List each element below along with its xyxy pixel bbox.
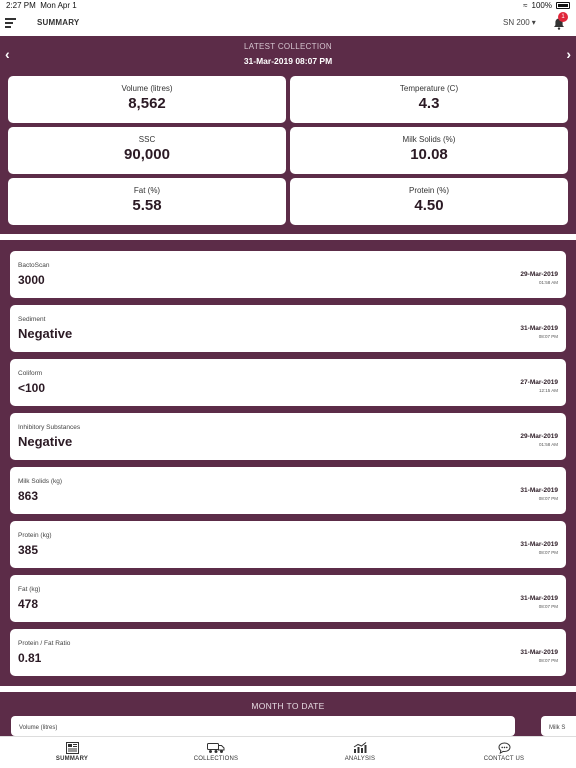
list-item-protein-kg[interactable]: Protein (kg) 385 31-Mar-2019 08:07 PM <box>10 521 566 568</box>
metric-card-temperature: Temperature (C) 4.3 <box>290 76 568 123</box>
list-item-coliform[interactable]: Coliform <100 27-Mar-2019 12:15 AM <box>10 359 566 406</box>
list-item-value: 478 <box>18 597 39 611</box>
metric-label: SSC <box>138 135 156 144</box>
list-item-value: Negative <box>18 434 73 449</box>
metric-card-volume: Volume (litres) 8,562 <box>8 76 286 123</box>
list-item-date: 31-Mar-2019 <box>520 487 558 494</box>
list-item-time: 08:07 PM <box>538 658 558 663</box>
mtd-card-label: Milk S <box>549 725 566 731</box>
metric-card-protein: Protein (%) 4.50 <box>290 178 568 225</box>
tab-label: ANALYSIS <box>344 756 376 762</box>
list-item-label: Fat (kg) <box>18 586 41 593</box>
status-right: ≈ 100% <box>523 1 570 10</box>
list-item-protein-fat-ratio[interactable]: Protein / Fat Ratio 0.81 31-Mar-2019 08:… <box>10 629 566 676</box>
mtd-card-milk-solids: Milk S <box>541 716 576 736</box>
list-item-time: 01:58 AM <box>538 280 558 285</box>
mtd-card-volume: Volume (litres) <box>11 716 515 736</box>
metric-value: 90,000 <box>124 146 170 163</box>
list-item-fat-kg[interactable]: Fat (kg) 478 31-Mar-2019 08:07 PM <box>10 575 566 622</box>
tab-contact-us[interactable]: CONTACT US <box>432 737 576 768</box>
chart-icon <box>353 742 367 753</box>
status-bar: 2:27 PM Mon Apr 1 ≈ 100% <box>0 0 576 12</box>
latest-collection-datetime: 31-Mar-2019 08:07 PM <box>243 56 333 66</box>
list-item-label: BactoScan <box>18 262 50 269</box>
list-item-label: Protein / Fat Ratio <box>18 640 71 647</box>
battery-percent: 100% <box>531 1 552 10</box>
list-item-date: 29-Mar-2019 <box>520 433 558 440</box>
list-item-value: 385 <box>18 543 39 557</box>
latest-collection-panel: ‹ › LATEST COLLECTION 31-Mar-2019 08:07 … <box>0 36 576 234</box>
list-item-value: <100 <box>18 381 46 395</box>
list-item-milk-solids-kg[interactable]: Milk Solids (kg) 863 31-Mar-2019 08:07 P… <box>10 467 566 514</box>
list-item-label: Sediment <box>18 316 46 323</box>
chat-icon <box>497 742 511 754</box>
list-item-value: 3000 <box>18 273 45 287</box>
month-to-date-label: MONTH TO DATE <box>251 701 325 711</box>
caret-down-icon: ▾ <box>531 18 536 27</box>
metric-label: Temperature (C) <box>399 84 459 93</box>
status-time: 2:27 PM Mon Apr 1 <box>6 1 77 10</box>
metric-label: Fat (%) <box>133 186 161 195</box>
list-item-date: 31-Mar-2019 <box>520 649 558 656</box>
tab-label: SUMMARY <box>55 756 89 762</box>
app-header: SUMMARY SN 200 ▾ 1 <box>0 12 576 36</box>
list-item-label: Protein (kg) <box>18 532 52 539</box>
latest-collection-label: LATEST COLLECTION <box>244 42 332 51</box>
metric-value: 5.58 <box>132 197 162 214</box>
menu-icon[interactable] <box>5 18 16 28</box>
list-item-time: 08:07 PM <box>538 496 558 501</box>
list-item-time: 08:07 PM <box>538 550 558 555</box>
bottom-tab-bar: SUMMARY COLLECTIONS ANALYSIS CONTACT US <box>0 736 576 768</box>
list-item-value: 0.81 <box>18 651 42 665</box>
site-selector-value: SN 200 <box>503 18 530 27</box>
tab-collections[interactable]: COLLECTIONS <box>144 737 288 768</box>
list-item-time: 12:15 AM <box>538 388 558 393</box>
list-item-value: 863 <box>18 489 39 503</box>
tab-label: COLLECTIONS <box>193 756 239 762</box>
tab-label: CONTACT US <box>483 756 525 762</box>
list-item-date: 31-Mar-2019 <box>520 595 558 602</box>
page-title: SUMMARY <box>37 18 80 27</box>
metric-value: 4.3 <box>418 95 440 112</box>
metric-value: 4.50 <box>414 197 444 214</box>
site-selector[interactable]: SN 200 ▾ <box>503 18 536 27</box>
list-item-label: Milk Solids (kg) <box>18 478 63 485</box>
metric-card-ssc: SSC 90,000 <box>8 127 286 174</box>
list-item-sediment[interactable]: Sediment Negative 31-Mar-2019 08:07 PM <box>10 305 566 352</box>
test-results-panel: BactoScan 3000 29-Mar-2019 01:58 AM Sedi… <box>0 240 576 686</box>
mtd-card-label: Volume (litres) <box>19 725 58 731</box>
tab-analysis[interactable]: ANALYSIS <box>288 737 432 768</box>
list-item-date: 27-Mar-2019 <box>520 379 558 386</box>
battery-icon <box>556 2 570 9</box>
metric-value: 10.08 <box>410 146 448 163</box>
list-item-time: 01:58 AM <box>538 442 558 447</box>
list-item-date: 31-Mar-2019 <box>520 541 558 548</box>
tab-summary[interactable]: SUMMARY <box>0 737 144 768</box>
metric-label: Volume (litres) <box>121 84 173 93</box>
truck-icon <box>207 743 225 753</box>
metric-card-milk-solids: Milk Solids (%) 10.08 <box>290 127 568 174</box>
metric-label: Milk Solids (%) <box>402 135 456 144</box>
list-item-date: 31-Mar-2019 <box>520 325 558 332</box>
summary-icon <box>65 742 79 754</box>
list-item-value: Negative <box>18 326 73 341</box>
metric-card-fat: Fat (%) 5.58 <box>8 178 286 225</box>
metric-label: Protein (%) <box>408 186 449 195</box>
list-item-date: 29-Mar-2019 <box>520 271 558 278</box>
month-to-date-panel: MONTH TO DATE Volume (litres) Milk S <box>0 692 576 736</box>
list-item-label: Inhibitory Substances <box>18 424 81 431</box>
list-item-time: 08:07 PM <box>538 334 558 339</box>
list-item-time: 08:07 PM <box>538 604 558 609</box>
list-item-label: Coliform <box>18 370 43 377</box>
list-item-bactoscan[interactable]: BactoScan 3000 29-Mar-2019 01:58 AM <box>10 251 566 298</box>
metric-value: 8,562 <box>128 95 166 112</box>
notification-badge: 1 <box>558 12 568 22</box>
list-item-inhibitory-substances[interactable]: Inhibitory Substances Negative 29-Mar-20… <box>10 413 566 460</box>
wifi-icon: ≈ <box>523 1 528 10</box>
